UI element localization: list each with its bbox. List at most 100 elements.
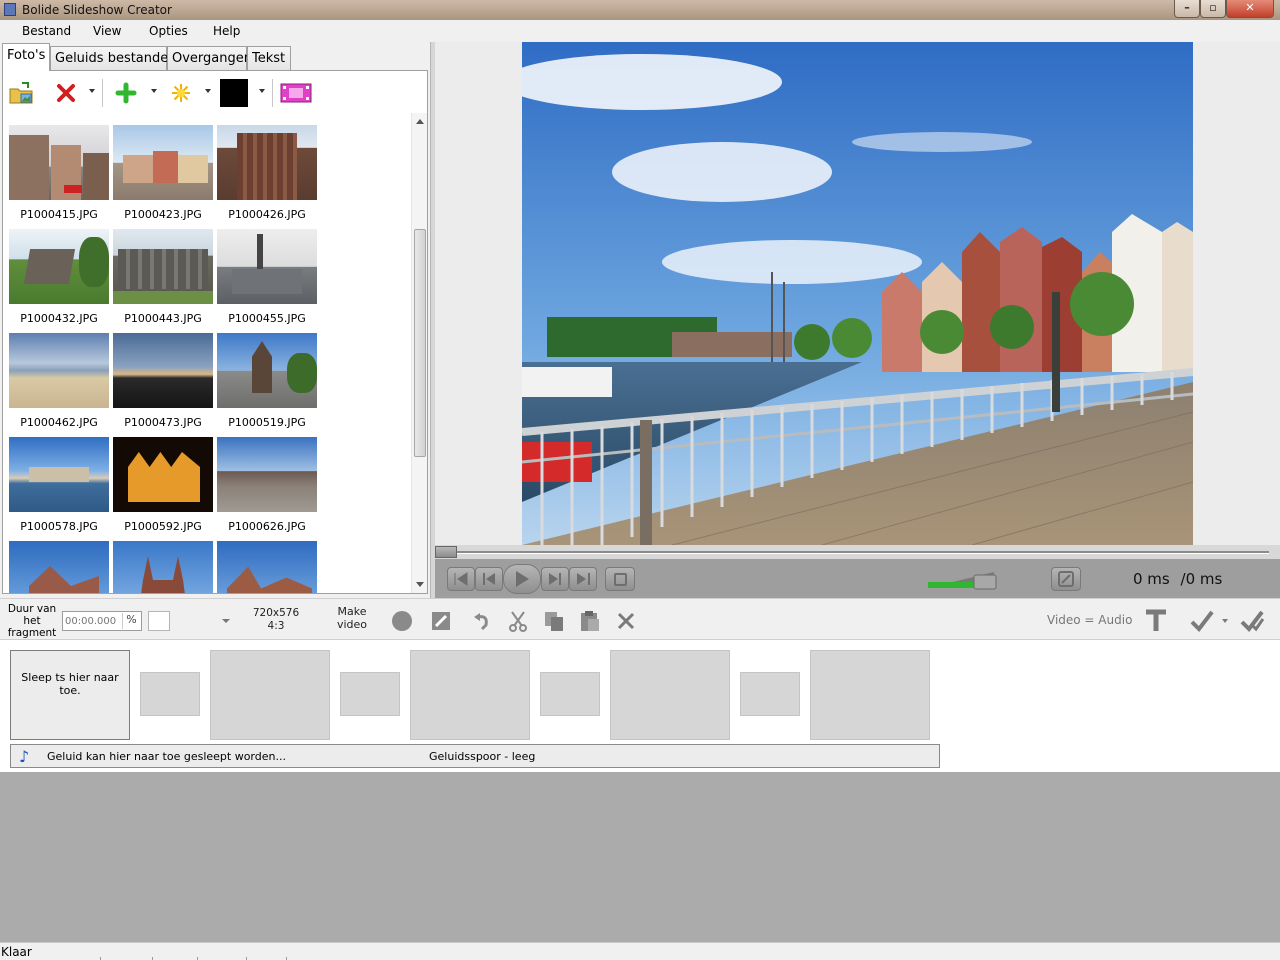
delete-dropdown-icon[interactable] bbox=[89, 89, 95, 93]
partial-row bbox=[3, 113, 411, 117]
effects-dropdown-icon[interactable] bbox=[205, 89, 211, 93]
duration-option-box[interactable] bbox=[148, 611, 170, 631]
photo-thumbnail[interactable]: P1000626.JPG bbox=[217, 437, 317, 537]
toolbar-separator-2 bbox=[272, 79, 273, 107]
record-button[interactable] bbox=[390, 609, 414, 633]
photo-slot[interactable] bbox=[210, 650, 330, 740]
transition-slot[interactable] bbox=[540, 672, 600, 716]
sparkle-icon bbox=[172, 84, 190, 102]
photo-thumbnail[interactable] bbox=[217, 541, 317, 593]
photo-thumbnail[interactable] bbox=[9, 541, 109, 593]
photo-thumbnail[interactable]: P1000578.JPG bbox=[9, 437, 109, 537]
photo-filename: P1000443.JPG bbox=[124, 312, 202, 325]
photo-slot[interactable] bbox=[610, 650, 730, 740]
menu-bestand[interactable]: Bestand bbox=[22, 24, 71, 38]
photo-image bbox=[9, 541, 109, 593]
checkmark-icon bbox=[1190, 610, 1214, 633]
previous-button[interactable] bbox=[475, 567, 503, 591]
next-button[interactable] bbox=[541, 567, 569, 591]
audio-track-status: Geluidsspoor - leeg bbox=[429, 750, 536, 763]
go-to-start-button[interactable] bbox=[447, 567, 475, 591]
transition-slot[interactable] bbox=[140, 672, 200, 716]
photo-thumbnail[interactable]: P1000423.JPG bbox=[113, 125, 213, 225]
photo-thumbnail[interactable]: P1000426.JPG bbox=[217, 125, 317, 225]
edit-frame-button[interactable] bbox=[429, 609, 453, 633]
cut-button[interactable] bbox=[506, 609, 530, 633]
transition-slot[interactable] bbox=[740, 672, 800, 716]
photo-thumbnail[interactable]: P1000415.JPG bbox=[9, 125, 109, 225]
photo-image bbox=[113, 229, 213, 304]
volume-slider[interactable] bbox=[928, 568, 998, 590]
photo-image bbox=[9, 229, 109, 304]
minimize-button[interactable]: – bbox=[1174, 0, 1200, 18]
stop-button[interactable] bbox=[605, 567, 635, 591]
copy-button[interactable] bbox=[542, 609, 566, 633]
close-button[interactable]: ✕ bbox=[1226, 0, 1274, 18]
apply-button[interactable] bbox=[1190, 609, 1214, 633]
maximize-button[interactable]: ▫ bbox=[1200, 0, 1226, 18]
photo-slot[interactable] bbox=[810, 650, 930, 740]
photo-filename: P1000455.JPG bbox=[228, 312, 306, 325]
menu-view[interactable]: View bbox=[93, 24, 121, 38]
tab-text[interactable]: Tekst bbox=[247, 46, 291, 70]
delete-button[interactable] bbox=[51, 79, 81, 107]
tab-sound-files[interactable]: Geluids bestanden bbox=[50, 46, 177, 70]
scroll-thumb[interactable] bbox=[414, 229, 426, 457]
scroll-up-icon[interactable] bbox=[416, 119, 424, 124]
status-text: Klaar bbox=[1, 945, 32, 959]
storyboard-drop-slot[interactable]: Sleep ts hier naar toe. bbox=[10, 650, 130, 740]
resolution-dropdown-icon[interactable] bbox=[222, 619, 230, 623]
photo-image bbox=[217, 333, 317, 408]
delete-fragment-button[interactable] bbox=[614, 609, 638, 633]
color-dropdown-icon[interactable] bbox=[259, 89, 265, 93]
paste-button[interactable] bbox=[578, 609, 602, 633]
audio-track[interactable]: ♪ Geluid kan hier naar toe gesleept word… bbox=[10, 744, 940, 768]
photo-filename: P1000415.JPG bbox=[20, 208, 98, 221]
photo-thumbnail[interactable]: P1000455.JPG bbox=[217, 229, 317, 329]
undo-icon bbox=[474, 613, 488, 631]
fullscreen-button[interactable] bbox=[1051, 567, 1081, 591]
photo-thumbnail[interactable]: P1000473.JPG bbox=[113, 333, 213, 433]
tab-transitions[interactable]: Overgangen bbox=[167, 46, 252, 70]
open-folder-button[interactable] bbox=[7, 79, 37, 107]
photo-thumbnail[interactable]: P1000519.JPG bbox=[217, 333, 317, 433]
go-to-end-button[interactable] bbox=[569, 567, 597, 591]
photo-thumbnail[interactable]: P1000462.JPG bbox=[9, 333, 109, 433]
menu-help[interactable]: Help bbox=[213, 24, 240, 38]
status-bar: Klaar bbox=[0, 942, 1280, 960]
effects-button[interactable] bbox=[166, 79, 196, 107]
photo-image bbox=[217, 125, 317, 200]
photo-slot[interactable] bbox=[410, 650, 530, 740]
photo-filename: P1000519.JPG bbox=[228, 416, 306, 429]
volume-icon bbox=[928, 572, 997, 590]
thumbnail-scrollbar[interactable] bbox=[411, 113, 427, 593]
video-audio-sync-toggle[interactable]: Video = Audio bbox=[1047, 613, 1132, 627]
tab-photos[interactable]: Foto's bbox=[2, 43, 50, 71]
scroll-down-icon[interactable] bbox=[416, 582, 424, 587]
copy-icon bbox=[545, 612, 563, 631]
scissors-icon bbox=[509, 611, 527, 632]
seek-bar[interactable] bbox=[435, 545, 1280, 559]
apply-dropdown-icon[interactable] bbox=[1222, 619, 1228, 623]
add-dropdown-icon[interactable] bbox=[151, 89, 157, 93]
percent-toggle[interactable]: % bbox=[122, 613, 140, 629]
make-video-button[interactable]: Make video bbox=[328, 605, 376, 631]
filmstrip-button[interactable] bbox=[279, 79, 313, 107]
photo-image bbox=[217, 229, 317, 304]
transition-slot[interactable] bbox=[340, 672, 400, 716]
photo-thumbnail[interactable]: P1000592.JPG bbox=[113, 437, 213, 537]
photo-thumbnail[interactable]: P1000432.JPG bbox=[9, 229, 109, 329]
background-color-button[interactable] bbox=[219, 79, 249, 107]
add-text-button[interactable] bbox=[1144, 609, 1168, 633]
photo-thumbnail[interactable]: P1000443.JPG bbox=[113, 229, 213, 329]
apply-all-button[interactable] bbox=[1240, 609, 1264, 633]
photo-thumbnail[interactable] bbox=[113, 541, 213, 593]
resolution-display[interactable]: 720x576 4:3 bbox=[246, 607, 306, 633]
seek-handle[interactable] bbox=[435, 546, 457, 558]
add-button[interactable] bbox=[111, 79, 141, 107]
fullscreen-icon bbox=[1058, 571, 1074, 587]
undo-button[interactable] bbox=[470, 609, 494, 633]
play-button[interactable] bbox=[503, 564, 541, 594]
stop-icon bbox=[613, 572, 627, 586]
menu-opties[interactable]: Opties bbox=[149, 24, 188, 38]
